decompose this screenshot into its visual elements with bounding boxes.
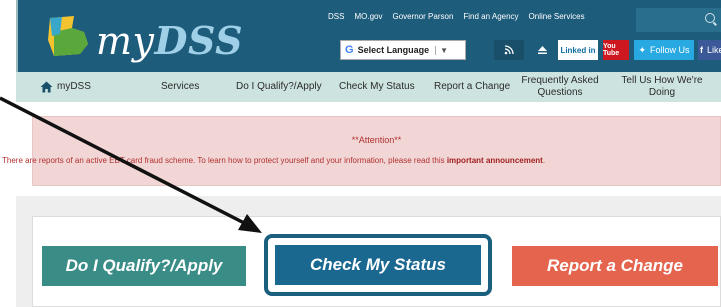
attention-message: There are reports of an active EBT card …	[2, 156, 545, 165]
rss-icon[interactable]	[494, 40, 524, 60]
eject-glyph-icon	[537, 46, 547, 54]
youtube-button[interactable]: You Tube	[603, 40, 629, 60]
twitter-follow-button[interactable]: ✦ Follow Us	[634, 40, 694, 60]
attention-alert: **Attention**	[32, 116, 721, 186]
qualify-apply-button[interactable]: Do I Qualify?/Apply	[42, 246, 246, 286]
mydss-logo[interactable]: myDSS	[44, 10, 243, 63]
report-change-button[interactable]: Report a Change	[512, 246, 718, 286]
chevron-down-icon: ▼	[435, 45, 448, 55]
google-icon: G	[345, 44, 354, 56]
nav-label-mydss: myDSS	[57, 81, 91, 92]
attention-title: **Attention**	[351, 135, 402, 145]
facebook-icon: f	[699, 45, 703, 55]
search-icon[interactable]	[705, 13, 715, 23]
top-link-mo-gov[interactable]: MO.gov	[354, 12, 382, 21]
attention-text: There are reports of an active EBT card …	[2, 156, 447, 165]
attention-period: .	[542, 156, 546, 165]
language-select[interactable]: G Select Language ▼	[340, 40, 466, 60]
eject-icon[interactable]	[532, 40, 552, 60]
linkedin-button[interactable]: Linked in	[558, 40, 598, 60]
facebook-like-button[interactable]: f Like Us	[698, 40, 721, 60]
nav-item-qualify[interactable]: Do I Qualify?/Apply	[236, 81, 322, 93]
nav-item-report-change[interactable]: Report a Change	[434, 81, 510, 93]
facebook-label: Like Us	[706, 45, 721, 55]
home-icon	[40, 81, 53, 93]
logo-name: DSS	[154, 18, 244, 63]
top-link-dss[interactable]: DSS	[328, 12, 344, 21]
twitter-label: Follow Us	[650, 45, 690, 55]
logo-prefix: my	[96, 19, 155, 63]
twitter-icon: ✦	[638, 44, 647, 55]
check-status-button[interactable]: Check My Status	[275, 245, 481, 285]
logo-text: myDSS	[96, 18, 243, 63]
missouri-map-icon	[48, 16, 88, 56]
rss-glyph-icon	[504, 45, 514, 55]
page: myDSS DSS MO.gov Governor Parson Find an…	[0, 0, 721, 307]
nav-item-feedback[interactable]: Tell Us How We're Doing	[614, 75, 710, 99]
nav-item-check-status[interactable]: Check My Status	[339, 81, 415, 93]
nav-item-mydss[interactable]: myDSS	[40, 81, 91, 93]
announcement-link[interactable]: important announcement	[447, 156, 543, 165]
nav-item-services[interactable]: Services	[161, 81, 199, 93]
top-link-governor[interactable]: Governor Parson	[392, 12, 453, 21]
top-link-find-agency[interactable]: Find an Agency	[463, 12, 518, 21]
site-header: myDSS DSS MO.gov Governor Parson Find an…	[16, 0, 721, 72]
search-input[interactable]	[636, 8, 721, 32]
language-label: Select Language	[357, 45, 430, 55]
top-link-online-services[interactable]: Online Services	[529, 12, 585, 21]
main-nav: myDSS Services Do I Qualify?/Apply Check…	[16, 72, 721, 102]
nav-item-faq[interactable]: Frequently Asked Questions	[519, 75, 601, 99]
top-links: DSS MO.gov Governor Parson Find an Agenc…	[328, 12, 585, 21]
